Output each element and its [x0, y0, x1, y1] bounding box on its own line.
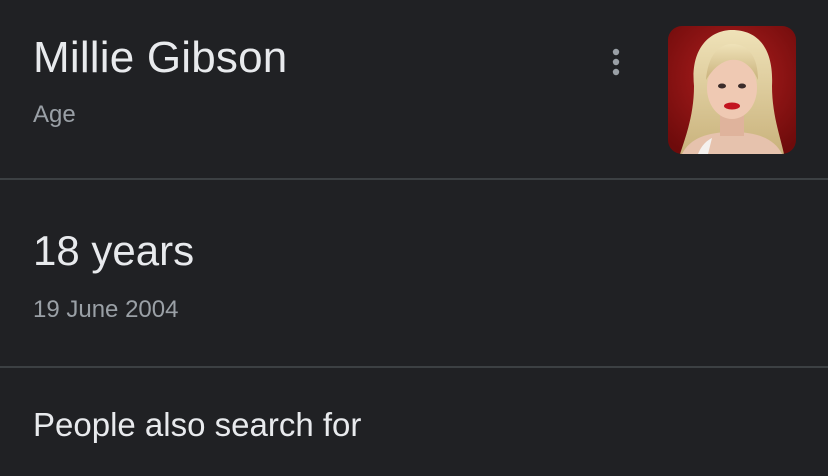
panel-header: Millie Gibson Age: [0, 0, 828, 178]
more-vertical-icon: [612, 48, 620, 76]
people-also-search-heading: People also search for: [33, 406, 362, 443]
divider: [0, 366, 828, 368]
entity-title[interactable]: Millie Gibson: [33, 30, 287, 86]
age-value: 18 years: [33, 227, 195, 274]
divider: [0, 178, 828, 180]
portrait-image: [668, 26, 796, 154]
birth-date: 19 June 2004: [33, 296, 179, 323]
entity-thumbnail[interactable]: [668, 26, 796, 154]
knowledge-panel: Millie Gibson Age 18 years 19 June 2004 …: [0, 0, 828, 476]
attribute-label: Age: [33, 101, 76, 128]
more-options-button[interactable]: [596, 40, 636, 84]
